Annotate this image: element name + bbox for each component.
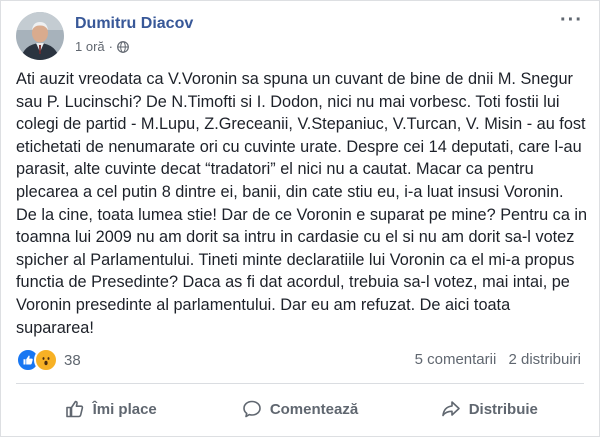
separator-dot: · — [108, 39, 113, 54]
shares-count[interactable]: 2 distribuiri — [508, 351, 581, 368]
comment-icon — [243, 400, 261, 418]
wow-icon — [34, 348, 58, 372]
share-icon — [441, 401, 460, 417]
share-label: Distribuie — [468, 400, 538, 418]
post-time[interactable]: 1 oră — [75, 39, 105, 54]
reactions-summary[interactable]: 38 — [16, 348, 81, 372]
post-meta: 1 oră · — [75, 39, 129, 54]
reaction-count: 38 — [64, 351, 81, 369]
more-options-icon[interactable]: ··· — [560, 10, 583, 30]
post-text: Ati auzit vreodata ca V.Voronin sa spuna… — [16, 68, 588, 339]
thumbs-up-icon — [65, 400, 83, 418]
facebook-post: Dumitru Diacov 1 oră · ··· Ati auzit vre… — [0, 0, 600, 437]
post-stats: 5 comentarii 2 distribuiri — [415, 351, 581, 368]
comment-button[interactable]: Comentează — [205, 385, 394, 433]
avatar[interactable] — [16, 12, 64, 60]
like-button[interactable]: Îmi place — [16, 385, 205, 433]
share-button[interactable]: Distribuie — [395, 385, 584, 433]
globe-icon[interactable] — [117, 40, 129, 53]
post-paragraph: Ati auzit vreodata ca V.Voronin sa spuna… — [16, 70, 588, 337]
action-bar: Îmi place Comentează Distribuie — [16, 385, 584, 433]
comments-count[interactable]: 5 comentarii — [415, 351, 497, 368]
like-label: Îmi place — [92, 400, 157, 418]
author-name[interactable]: Dumitru Diacov — [75, 15, 193, 33]
divider — [16, 383, 584, 384]
comment-label: Comentează — [269, 400, 359, 418]
